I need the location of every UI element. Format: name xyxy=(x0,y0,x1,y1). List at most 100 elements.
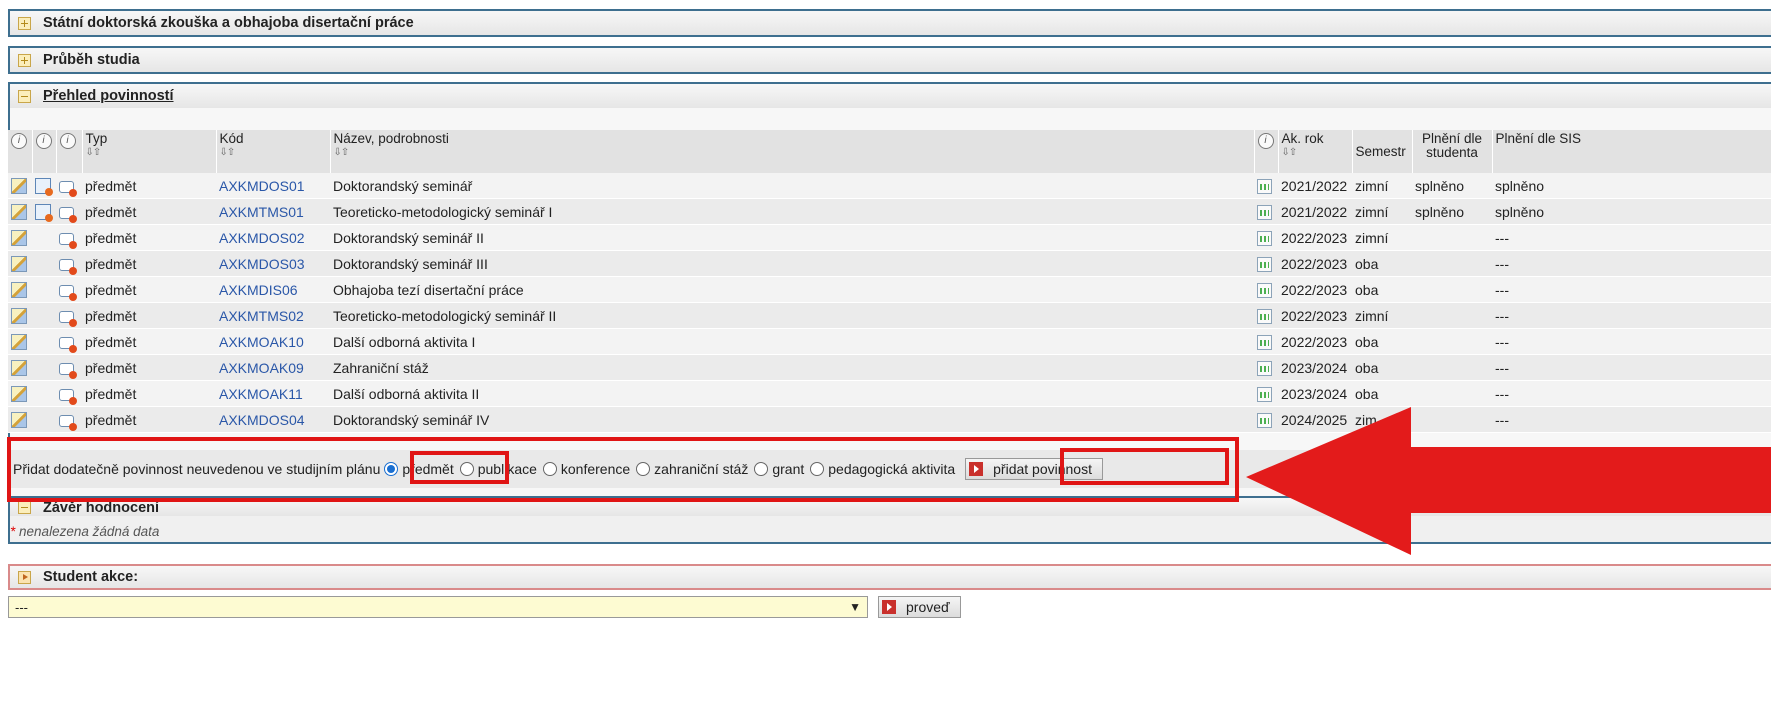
comment-icon[interactable] xyxy=(59,310,77,327)
table-row: předmět AXKMDOS03 Doktorandský seminář III… xyxy=(8,250,1771,277)
row-code[interactable]: AXKMTMS01 xyxy=(216,198,330,225)
comment-icon[interactable] xyxy=(59,388,77,405)
row-year: 2021/2022 xyxy=(1278,198,1352,225)
row-student xyxy=(1412,380,1492,407)
edit-icon[interactable] xyxy=(11,230,27,247)
row-year: 2022/2023 xyxy=(1278,276,1352,303)
comment-icon[interactable] xyxy=(59,258,77,275)
row-name: Doktorandský seminář III xyxy=(330,250,1254,277)
col-year[interactable]: Ak. rok ⇩⇧ xyxy=(1278,130,1353,173)
calendar-icon[interactable] xyxy=(1257,386,1272,402)
row-code[interactable]: AXKMDOS03 xyxy=(216,250,330,277)
calendar-icon[interactable] xyxy=(1257,308,1272,324)
collapse-icon[interactable] xyxy=(18,89,31,103)
row-code[interactable]: AXKMDOS04 xyxy=(216,406,330,433)
row-type: předmět xyxy=(82,406,216,433)
row-code[interactable]: AXKMOAK10 xyxy=(216,328,330,355)
comment-icon[interactable] xyxy=(59,232,77,249)
row-semester: zimní xyxy=(1352,302,1412,329)
document-icon[interactable] xyxy=(35,178,53,197)
edit-icon[interactable] xyxy=(11,282,27,299)
collapse-icon[interactable] xyxy=(18,501,31,514)
row-name: Doktorandský seminář IV xyxy=(330,406,1254,433)
row-year: 2023/2024 xyxy=(1278,354,1352,381)
row-semester: zimní xyxy=(1352,224,1412,251)
row-semester: oba xyxy=(1352,328,1412,355)
comment-icon[interactable] xyxy=(59,336,77,353)
edit-icon[interactable] xyxy=(11,256,27,273)
section-title[interactable]: Závěr hodnocení xyxy=(43,500,159,516)
help-header: i xyxy=(56,130,83,173)
comment-icon[interactable] xyxy=(59,206,77,223)
edit-icon[interactable] xyxy=(11,334,27,351)
row-year: 2023/2024 xyxy=(1278,380,1352,407)
table-row: předmět AXKMDOS01 Doktorandský seminář 2021… xyxy=(8,173,1771,199)
calendar-icon[interactable] xyxy=(1257,230,1272,246)
edit-icon[interactable] xyxy=(11,204,27,221)
table-row: předmět AXKMOAK09 Zahraniční stáž 2023/2024… xyxy=(8,354,1771,381)
play-icon xyxy=(882,600,896,614)
comment-icon[interactable] xyxy=(59,180,77,197)
calendar-icon[interactable] xyxy=(1257,256,1272,272)
table-row: předmět AXKMTMS02 Teoreticko-metodologický… xyxy=(8,302,1771,329)
edit-icon[interactable] xyxy=(11,412,27,429)
row-code[interactable]: AXKMOAK09 xyxy=(216,354,330,381)
row-code[interactable]: AXKMDOS02 xyxy=(216,224,330,251)
sort-icon: ⇩⇧ xyxy=(1281,147,1298,158)
section-title: Student akce: xyxy=(43,569,139,585)
execute-button[interactable]: proveď xyxy=(878,596,961,618)
comment-icon[interactable] xyxy=(59,362,77,379)
section-state-exam: Státní doktorská zkouška a obhajoba dise… xyxy=(8,9,1771,37)
table-row: předmět AXKMOAK10 Další odborná aktivita I… xyxy=(8,328,1771,355)
help-header: i xyxy=(1254,130,1279,173)
row-student: splněno xyxy=(1412,198,1492,225)
document-icon[interactable] xyxy=(35,204,53,223)
section-student-action: Student akce: xyxy=(8,564,1771,590)
expand-icon[interactable] xyxy=(18,53,31,67)
edit-icon[interactable] xyxy=(11,360,27,377)
chevron-down-icon: ▼ xyxy=(849,600,861,614)
row-semester: zimní xyxy=(1352,173,1412,199)
row-code[interactable]: AXKMDIS06 xyxy=(216,276,330,303)
col-code[interactable]: Kód ⇩⇧ xyxy=(216,130,331,173)
comment-icon[interactable] xyxy=(59,284,77,301)
calendar-icon[interactable] xyxy=(1257,178,1272,194)
calendar-icon[interactable] xyxy=(1257,204,1272,220)
section-title-link[interactable]: Přehled povinností xyxy=(43,88,174,104)
row-name: Další odborná aktivita II xyxy=(330,380,1254,407)
row-student xyxy=(1412,224,1492,251)
row-semester: oba xyxy=(1352,380,1412,407)
row-code[interactable]: AXKMDOS01 xyxy=(216,173,330,199)
row-sis: splněno xyxy=(1492,173,1771,199)
row-name: Doktorandský seminář xyxy=(330,173,1254,199)
section-title[interactable]: Státní doktorská zkouška a obhajoba dise… xyxy=(43,15,414,31)
expand-icon[interactable] xyxy=(18,16,31,30)
row-type: předmět xyxy=(82,354,216,381)
row-semester: oba xyxy=(1352,354,1412,381)
help-icon[interactable]: i xyxy=(59,133,76,149)
help-icon[interactable]: i xyxy=(35,133,52,149)
row-code[interactable]: AXKMTMS02 xyxy=(216,302,330,329)
row-semester: zimní xyxy=(1352,198,1412,225)
calendar-icon[interactable] xyxy=(1257,360,1272,376)
row-name: Teoreticko-metodologický seminář II xyxy=(330,302,1254,329)
help-icon[interactable]: i xyxy=(1257,133,1274,149)
annotation-arrow xyxy=(1246,407,1771,555)
col-name[interactable]: Název, podrobnosti ⇩⇧ xyxy=(330,130,1255,173)
edit-icon[interactable] xyxy=(11,178,27,195)
calendar-icon[interactable] xyxy=(1257,334,1272,350)
edit-icon[interactable] xyxy=(11,308,27,325)
row-semester: oba xyxy=(1352,250,1412,277)
comment-icon[interactable] xyxy=(59,414,77,431)
edit-icon[interactable] xyxy=(11,386,27,403)
action-select[interactable]: --- ▼ xyxy=(8,596,868,618)
row-type: předmět xyxy=(82,328,216,355)
help-icon[interactable]: i xyxy=(11,133,27,149)
row-code[interactable]: AXKMOAK11 xyxy=(216,380,330,407)
row-year: 2022/2023 xyxy=(1278,328,1352,355)
col-type[interactable]: Typ ⇩⇧ xyxy=(82,130,217,173)
calendar-icon[interactable] xyxy=(1257,282,1272,298)
expand-icon[interactable] xyxy=(18,570,31,584)
section-title[interactable]: Průběh studia xyxy=(43,52,140,68)
sort-icon: ⇩⇧ xyxy=(219,147,236,158)
